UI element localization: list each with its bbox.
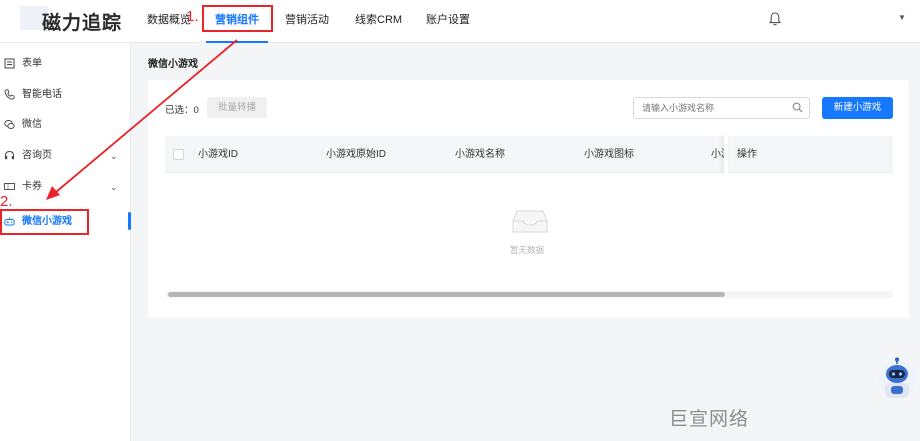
watermark-text: 巨宣网络 [669, 409, 750, 430]
assistant-robot-icon[interactable] [877, 357, 917, 405]
annotation-arrow [46, 39, 238, 200]
